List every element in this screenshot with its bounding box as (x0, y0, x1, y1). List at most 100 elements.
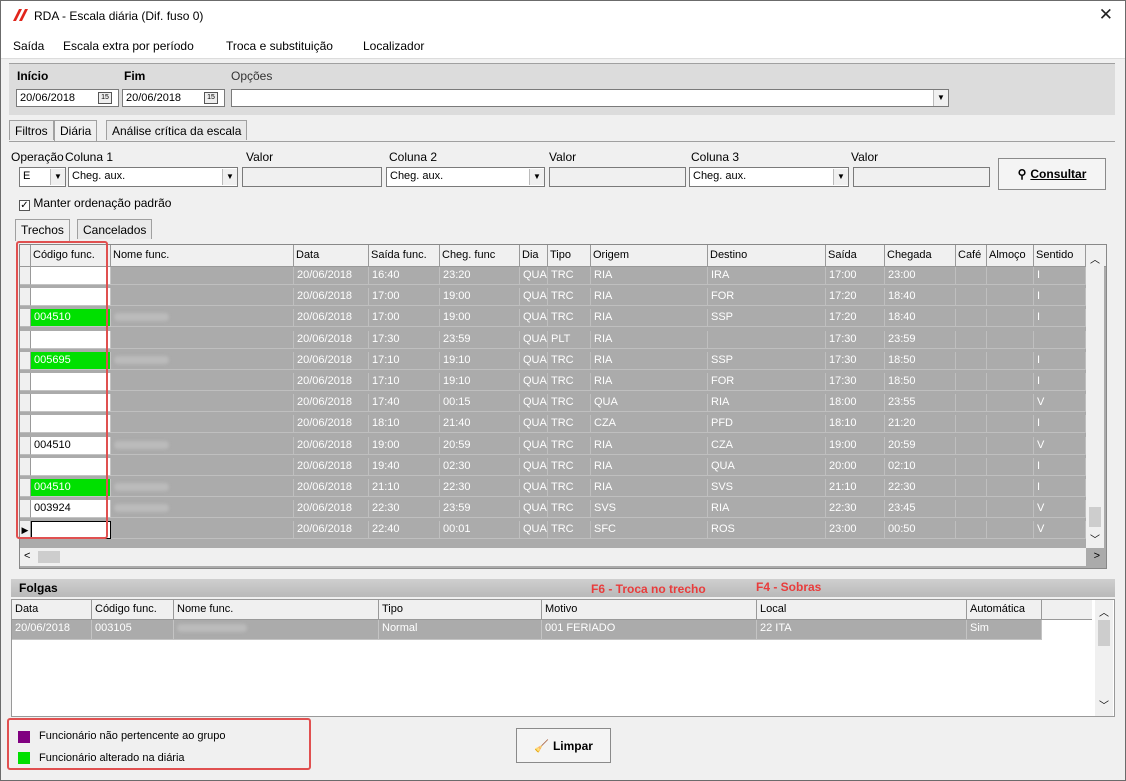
col-sentido[interactable]: Sentido (1034, 245, 1086, 267)
table-cell-dia[interactable]: QUA (520, 394, 548, 413)
chevron-down-icon[interactable]: ▼ (933, 90, 948, 106)
table-cell-data[interactable]: 20/06/2018 (294, 309, 369, 328)
table-cell-dia[interactable]: QUA (520, 267, 548, 285)
table-cell-almoco[interactable] (987, 288, 1034, 307)
table-cell-tipo[interactable]: TRC (548, 267, 591, 285)
table-cell-sentido[interactable]: I (1034, 267, 1086, 285)
table-cell-saida[interactable]: 17:30 (826, 373, 885, 391)
table-cell-dia[interactable]: QUA (520, 309, 548, 328)
table-row[interactable]: 004510 20/06/2018 17:00 19:00 QUA TRC RIA SSP 17… (20, 309, 1086, 328)
table-cell-tipo[interactable]: TRC (548, 309, 591, 328)
table-cell-cafe[interactable] (956, 351, 987, 370)
table-row[interactable]: 20/06/2018 17:10 19:10 QUA TRC RIA FOR 17:30 18:… (20, 373, 1086, 391)
table-cell-almoco[interactable] (987, 267, 1034, 285)
table-cell-saida[interactable]: 18:00 (826, 394, 885, 413)
table-row[interactable]: 20/06/2018 18:10 21:40 QUA TRC CZA PFD 18:10 21:… (20, 415, 1086, 434)
table-cell-destino[interactable]: SSP (708, 309, 826, 328)
chevron-down-icon[interactable]: ▼ (50, 169, 65, 185)
table-cell-origem[interactable]: RIA (591, 309, 708, 328)
table-cell-destino[interactable]: QUA (708, 457, 826, 476)
table-cell-chegada[interactable]: 18:50 (885, 351, 956, 370)
table-cell-saida[interactable]: 23:00 (826, 521, 885, 540)
table-cell-origem[interactable]: RIA (591, 351, 708, 370)
table-cell-tipo[interactable]: TRC (548, 288, 591, 307)
menu-troca-substituicao[interactable]: Troca e substituição (226, 39, 333, 53)
grid-vertical-scrollbar[interactable]: ︿ ﹀ (1086, 245, 1104, 548)
table-cell-chegada[interactable]: 02:10 (885, 457, 956, 476)
close-icon[interactable]: ✕ (1099, 5, 1113, 25)
table-cell-nome[interactable] (111, 521, 294, 540)
folga-cell-tipo[interactable]: Normal (379, 620, 542, 640)
table-cell-tipo[interactable]: TRC (548, 500, 591, 519)
scroll-thumb[interactable] (1089, 507, 1101, 527)
table-cell-data[interactable]: 20/06/2018 (294, 415, 369, 434)
table-cell-tipo[interactable]: TRC (548, 457, 591, 476)
table-cell-dia[interactable]: QUA (520, 457, 548, 476)
table-cell-cheg-func[interactable]: 19:00 (440, 288, 520, 307)
table-cell-chegada[interactable]: 23:00 (885, 267, 956, 285)
table-row[interactable]: 003924 20/06/2018 22:30 23:59 QUA TRC SVS RIA 22… (20, 500, 1086, 519)
table-cell-cafe[interactable] (956, 309, 987, 328)
table-cell-saida-func[interactable]: 18:10 (369, 415, 440, 434)
table-cell-data[interactable]: 20/06/2018 (294, 373, 369, 391)
table-cell-destino[interactable]: ROS (708, 521, 826, 540)
table-cell-dia[interactable]: QUA (520, 330, 548, 349)
table-cell-origem[interactable]: SVS (591, 500, 708, 519)
table-cell-saida-func[interactable]: 22:30 (369, 500, 440, 519)
table-cell-cafe[interactable] (956, 394, 987, 413)
table-cell-sentido[interactable]: I (1034, 309, 1086, 328)
table-cell-destino[interactable]: RIA (708, 500, 826, 519)
col-almoco[interactable]: Almoço (987, 245, 1034, 267)
table-cell-cheg-func[interactable]: 02:30 (440, 457, 520, 476)
calendar-icon[interactable]: 15 (98, 92, 112, 104)
table-cell-sentido[interactable]: I (1034, 288, 1086, 307)
table-cell-sentido[interactable]: V (1034, 521, 1086, 540)
table-cell-almoco[interactable] (987, 521, 1034, 540)
folga-cell-codigo[interactable]: 003105 (92, 620, 174, 640)
table-cell-almoco[interactable] (987, 309, 1034, 328)
table-cell-nome[interactable] (111, 500, 294, 519)
table-cell-chegada[interactable]: 18:40 (885, 288, 956, 307)
table-cell-destino[interactable]: FOR (708, 288, 826, 307)
manter-ordenacao-checkbox[interactable]: ✓ Manter ordenação padrão (19, 196, 171, 211)
table-cell-cheg-func[interactable]: 19:10 (440, 351, 520, 370)
table-cell-almoco[interactable] (987, 479, 1034, 497)
fcol-nome[interactable]: Nome func. (174, 600, 379, 620)
table-cell-nome[interactable] (111, 436, 294, 455)
table-cell-nome[interactable] (111, 415, 294, 434)
table-cell-sentido[interactable]: V (1034, 436, 1086, 455)
table-cell-saida[interactable]: 17:30 (826, 351, 885, 370)
col-dia[interactable]: Dia (520, 245, 548, 267)
table-cell-saida[interactable]: 20:00 (826, 457, 885, 476)
table-row[interactable]: 20/06/2018 19:40 02:30 QUA TRC RIA QUA 20:00 02:… (20, 457, 1086, 476)
tab-filtros[interactable]: Filtros (9, 120, 54, 140)
table-cell-saida-func[interactable]: 17:00 (369, 288, 440, 307)
table-row[interactable]: 005695 20/06/2018 17:10 19:10 QUA TRC RIA SSP 17… (20, 351, 1086, 370)
table-cell-saida[interactable]: 17:20 (826, 309, 885, 328)
table-cell-saida-func[interactable]: 17:30 (369, 330, 440, 349)
col-destino[interactable]: Destino (708, 245, 826, 267)
scroll-left-icon[interactable]: < (24, 550, 30, 562)
table-cell-data[interactable]: 20/06/2018 (294, 394, 369, 413)
folga-cell-nome[interactable] (174, 620, 379, 640)
table-cell-saida-func[interactable]: 21:10 (369, 479, 440, 497)
table-cell-data[interactable]: 20/06/2018 (294, 500, 369, 519)
table-cell-nome[interactable] (111, 394, 294, 413)
table-cell-cheg-func[interactable]: 20:59 (440, 436, 520, 455)
table-cell-saida-func[interactable]: 17:10 (369, 373, 440, 391)
coluna1-select[interactable]: Cheg. aux. ▼ (68, 167, 238, 187)
opcoes-select[interactable]: ▼ (231, 89, 949, 107)
table-row[interactable]: 20/06/2018 17:30 23:59 QUA PLT RIA 17:30 23:59 (20, 330, 1086, 349)
table-cell-almoco[interactable] (987, 457, 1034, 476)
fcol-automatica[interactable]: Automática (967, 600, 1042, 620)
table-cell-data[interactable]: 20/06/2018 (294, 457, 369, 476)
folga-cell-automatica[interactable]: Sim (967, 620, 1042, 640)
table-cell-origem[interactable]: RIA (591, 479, 708, 497)
table-cell-sentido[interactable] (1034, 330, 1086, 349)
tab-cancelados[interactable]: Cancelados (77, 219, 153, 239)
table-row[interactable]: 004510 20/06/2018 19:00 20:59 QUA TRC RIA CZA 19… (20, 436, 1086, 455)
tab-trechos[interactable]: Trechos (15, 219, 70, 241)
fcol-motivo[interactable]: Motivo (542, 600, 757, 620)
table-cell-dia[interactable]: QUA (520, 351, 548, 370)
table-cell-chegada[interactable]: 23:55 (885, 394, 956, 413)
